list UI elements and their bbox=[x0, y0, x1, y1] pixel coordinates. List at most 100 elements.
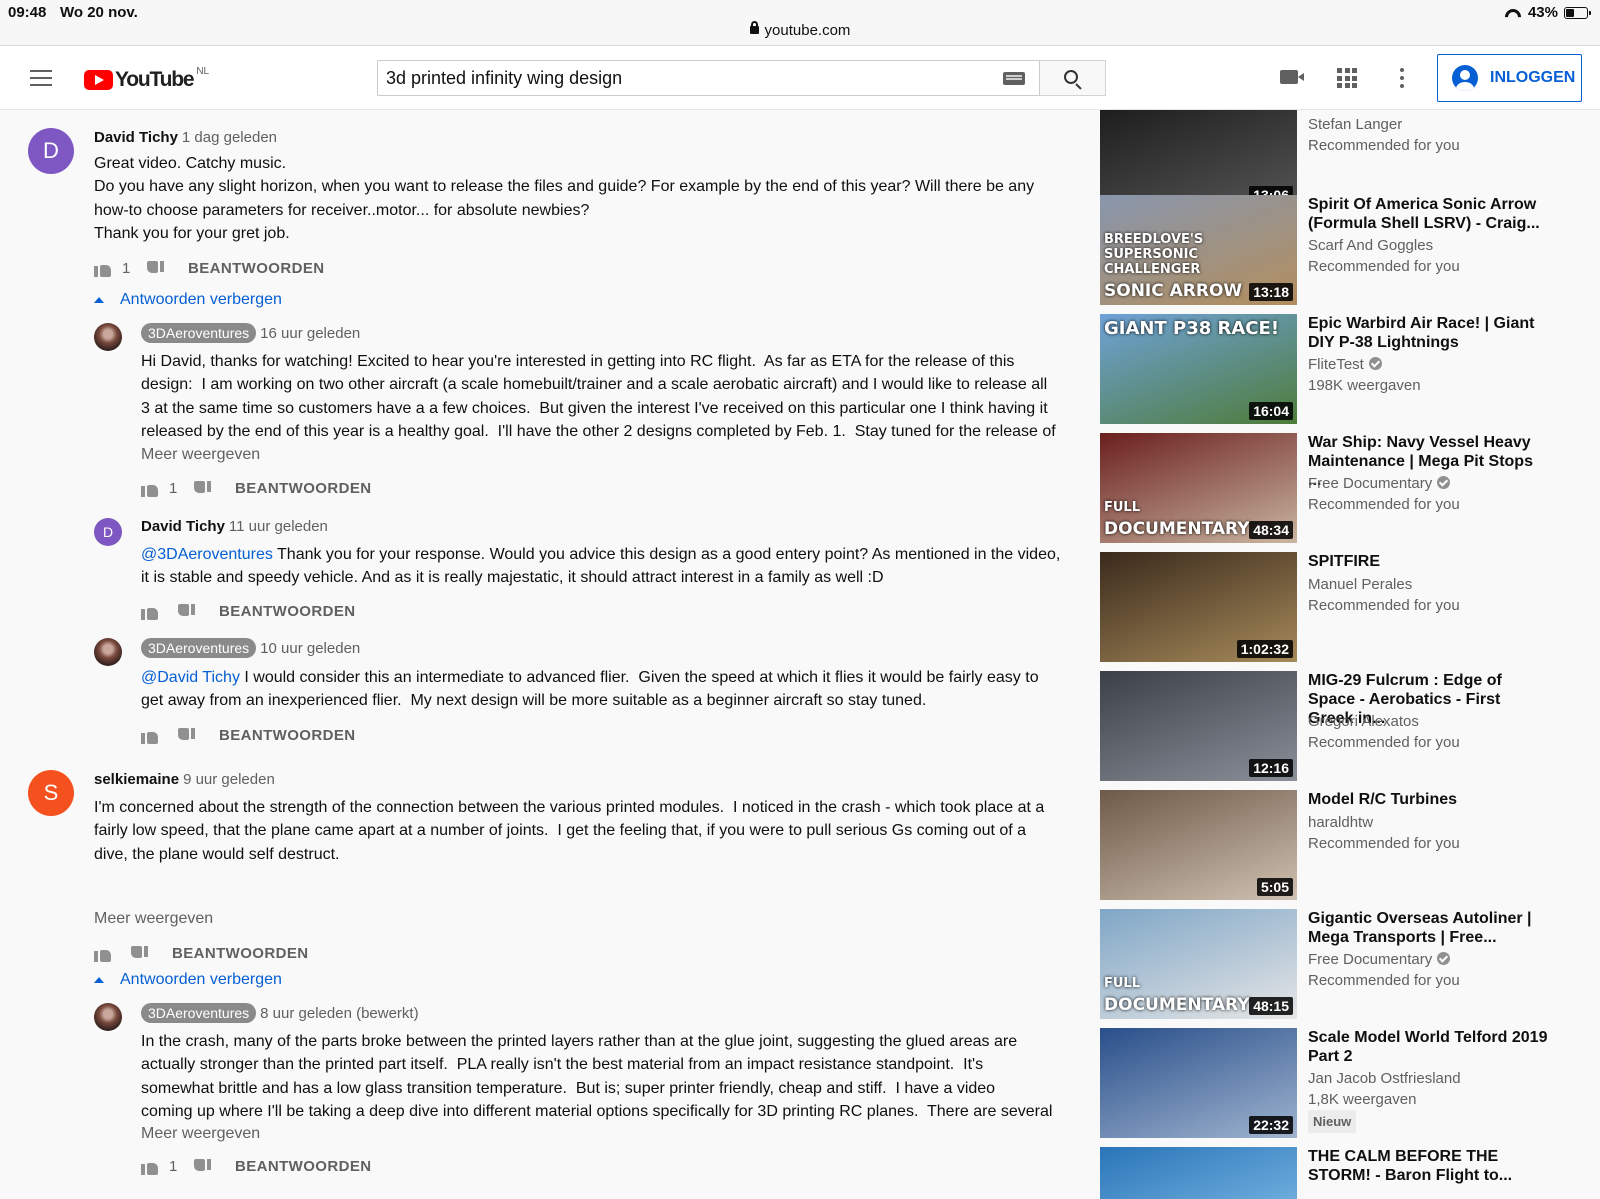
channel-name[interactable]: haraldhtw bbox=[1308, 812, 1460, 833]
mention-link[interactable]: @David Tichy bbox=[141, 669, 240, 686]
dislike-icon[interactable] bbox=[193, 1159, 211, 1175]
video-thumbnail[interactable]: 12:16 bbox=[1100, 671, 1297, 781]
video-title[interactable]: Scale Model World Telford 2019 Part 2 bbox=[1308, 1028, 1548, 1066]
video-title[interactable]: THE CALM BEFORE THE STORM! - Baron Fligh… bbox=[1308, 1147, 1548, 1185]
video-thumbnail[interactable]: FULL DOCUMENTARY 48:34 bbox=[1100, 433, 1297, 543]
channel-name[interactable]: Free Documentary bbox=[1308, 949, 1460, 970]
video-thumbnail[interactable]: 22:32 bbox=[1100, 1028, 1297, 1138]
comment-time[interactable]: 11 uur geleden bbox=[229, 518, 328, 535]
avatar[interactable] bbox=[94, 1003, 122, 1031]
video-thumbnail[interactable] bbox=[1100, 1147, 1297, 1199]
comment-time[interactable]: 8 uur geleden (bewerkt) bbox=[260, 1005, 418, 1022]
avatar[interactable] bbox=[94, 638, 122, 666]
comment-time[interactable]: 10 uur geleden bbox=[260, 640, 360, 657]
search-icon bbox=[1064, 70, 1078, 84]
reply-button[interactable]: BEANTWOORDEN bbox=[219, 603, 355, 620]
like-count: 1 bbox=[169, 480, 178, 497]
read-more-link[interactable]: Meer weergeven bbox=[94, 910, 213, 928]
recommended-video[interactable]: 5:05 Model R/C Turbines haraldhtw Recommend… bbox=[1100, 790, 1600, 900]
reply-button[interactable]: BEANTWOORDEN bbox=[235, 480, 371, 497]
reply-button[interactable]: BEANTWOORDEN bbox=[235, 1158, 371, 1175]
youtube-logo[interactable]: YouTube NL bbox=[84, 66, 209, 92]
comment-time[interactable]: 16 uur geleden bbox=[260, 325, 360, 342]
video-title[interactable]: Model R/C Turbines bbox=[1308, 790, 1548, 809]
comment-author[interactable]: David Tichy bbox=[94, 129, 178, 146]
keyboard-icon[interactable] bbox=[1003, 72, 1025, 85]
video-thumbnail[interactable]: 1:02:32 bbox=[1100, 552, 1297, 662]
recommended-video[interactable]: FULL DOCUMENTARY 48:15 Gigantic Overseas Au… bbox=[1100, 909, 1600, 1019]
like-icon[interactable] bbox=[141, 604, 159, 620]
mention-link[interactable]: @3DAeroventures bbox=[141, 546, 273, 563]
dislike-icon[interactable] bbox=[193, 481, 211, 497]
channel-name[interactable]: Jan Jacob Ostfriesland bbox=[1308, 1068, 1461, 1089]
video-thumbnail[interactable]: 13:06 bbox=[1100, 110, 1297, 208]
comment-author[interactable]: David Tichy bbox=[141, 518, 225, 535]
thumbnail-caption: FULL bbox=[1104, 976, 1141, 991]
reply-button[interactable]: BEANTWOORDEN bbox=[172, 945, 308, 962]
video-stats: Recommended for you bbox=[1308, 835, 1460, 852]
channel-name[interactable]: Free Documentary bbox=[1308, 473, 1460, 494]
channel-name[interactable]: Gregori Alexatos bbox=[1308, 711, 1460, 732]
signin-button[interactable]: INLOGGEN bbox=[1437, 54, 1582, 102]
video-thumbnail[interactable]: GIANT P38 RACE! 16:04 bbox=[1100, 314, 1297, 424]
video-duration: 1:02:32 bbox=[1236, 640, 1293, 658]
video-camera-icon[interactable] bbox=[1280, 70, 1304, 84]
like-icon[interactable] bbox=[141, 1159, 159, 1175]
dislike-icon[interactable] bbox=[146, 261, 164, 277]
avatar[interactable] bbox=[94, 323, 122, 351]
video-title[interactable]: SPITFIRE bbox=[1308, 552, 1548, 571]
channel-name[interactable]: Manuel Perales bbox=[1308, 574, 1460, 595]
recommended-video[interactable]: THE CALM BEFORE THE STORM! - Baron Fligh… bbox=[1100, 1147, 1600, 1199]
like-icon[interactable] bbox=[141, 481, 159, 497]
recommended-video[interactable]: GIANT P38 RACE! 16:04 Epic Warbird Air Rac… bbox=[1100, 314, 1600, 424]
recommended-video[interactable]: FULL DOCUMENTARY 48:34 War Ship: Navy Vesse… bbox=[1100, 433, 1600, 543]
hamburger-menu-icon[interactable] bbox=[30, 70, 52, 86]
recommended-video[interactable]: 1:02:32 SPITFIRE Manuel Perales Recommended… bbox=[1100, 552, 1600, 662]
channel-name[interactable]: FliteTest bbox=[1308, 354, 1421, 375]
avatar[interactable]: D bbox=[28, 128, 74, 174]
read-more-link[interactable]: Meer weergeven bbox=[141, 446, 260, 464]
avatar[interactable]: S bbox=[28, 770, 74, 816]
search-input[interactable] bbox=[378, 61, 978, 95]
verified-icon bbox=[1437, 952, 1451, 965]
dislike-icon[interactable] bbox=[177, 604, 195, 620]
dislike-icon[interactable] bbox=[130, 946, 148, 962]
recommended-video[interactable]: 12:16 MIG-29 Fulcrum : Edge of Space - Ae… bbox=[1100, 671, 1600, 781]
more-vertical-icon[interactable] bbox=[1400, 68, 1404, 88]
like-icon[interactable] bbox=[141, 728, 159, 744]
address-bar[interactable]: youtube.com bbox=[0, 21, 1600, 39]
recommended-video[interactable]: 22:32 Scale Model World Telford 2019 Part… bbox=[1100, 1028, 1600, 1138]
video-title[interactable]: Spirit Of America Sonic Arrow (Formula S… bbox=[1308, 195, 1548, 233]
video-title[interactable]: Gigantic Overseas Autoliner | Mega Trans… bbox=[1308, 909, 1548, 947]
recommended-video[interactable]: BREEDLOVE'S SUPERSONIC CHALLENGER SONIC A… bbox=[1100, 195, 1600, 305]
channel-name[interactable]: Stefan Langer bbox=[1308, 114, 1460, 135]
channel-owner-badge[interactable]: 3DAeroventures bbox=[141, 1003, 257, 1023]
comment-text: I'm concerned about the strength of the … bbox=[94, 799, 1045, 863]
hide-replies-toggle[interactable]: Antwoorden verbergen bbox=[94, 971, 282, 989]
channel-owner-badge[interactable]: 3DAeroventures bbox=[141, 323, 257, 343]
video-thumbnail[interactable]: 5:05 bbox=[1100, 790, 1297, 900]
avatar[interactable]: D bbox=[94, 518, 122, 546]
channel-owner-badge[interactable]: 3DAeroventures bbox=[141, 638, 257, 658]
reply-button[interactable]: BEANTWOORDEN bbox=[219, 727, 355, 744]
video-stats: 198K weergaven bbox=[1308, 377, 1421, 394]
hide-replies-toggle[interactable]: Antwoorden verbergen bbox=[94, 291, 282, 309]
like-icon[interactable] bbox=[94, 261, 112, 277]
comment-time[interactable]: 1 dag geleden bbox=[182, 129, 277, 146]
reply-button[interactable]: BEANTWOORDEN bbox=[188, 260, 324, 277]
search-button[interactable] bbox=[1040, 60, 1106, 96]
video-thumbnail[interactable]: FULL DOCUMENTARY 48:15 bbox=[1100, 909, 1297, 1019]
read-more-link[interactable]: Meer weergeven bbox=[141, 1125, 260, 1143]
comment-time[interactable]: 9 uur geleden bbox=[183, 771, 275, 788]
apps-grid-icon[interactable] bbox=[1337, 68, 1357, 88]
recommended-video[interactable]: 13:06 Stefan Langer Recommended for you bbox=[1100, 110, 1600, 208]
signin-label: INLOGGEN bbox=[1490, 69, 1576, 86]
like-icon[interactable] bbox=[94, 946, 112, 962]
channel-name[interactable]: Scarf And Goggles bbox=[1308, 235, 1460, 256]
dislike-icon[interactable] bbox=[177, 728, 195, 744]
comment-actions: 1 BEANTWOORDEN bbox=[141, 1158, 371, 1175]
video-title[interactable]: Epic Warbird Air Race! | Giant DIY P-38 … bbox=[1308, 314, 1548, 352]
video-thumbnail[interactable]: BREEDLOVE'S SUPERSONIC CHALLENGER SONIC A… bbox=[1100, 195, 1297, 305]
video-stats: Recommended for you bbox=[1308, 597, 1460, 614]
comment-author[interactable]: selkiemaine bbox=[94, 771, 179, 788]
